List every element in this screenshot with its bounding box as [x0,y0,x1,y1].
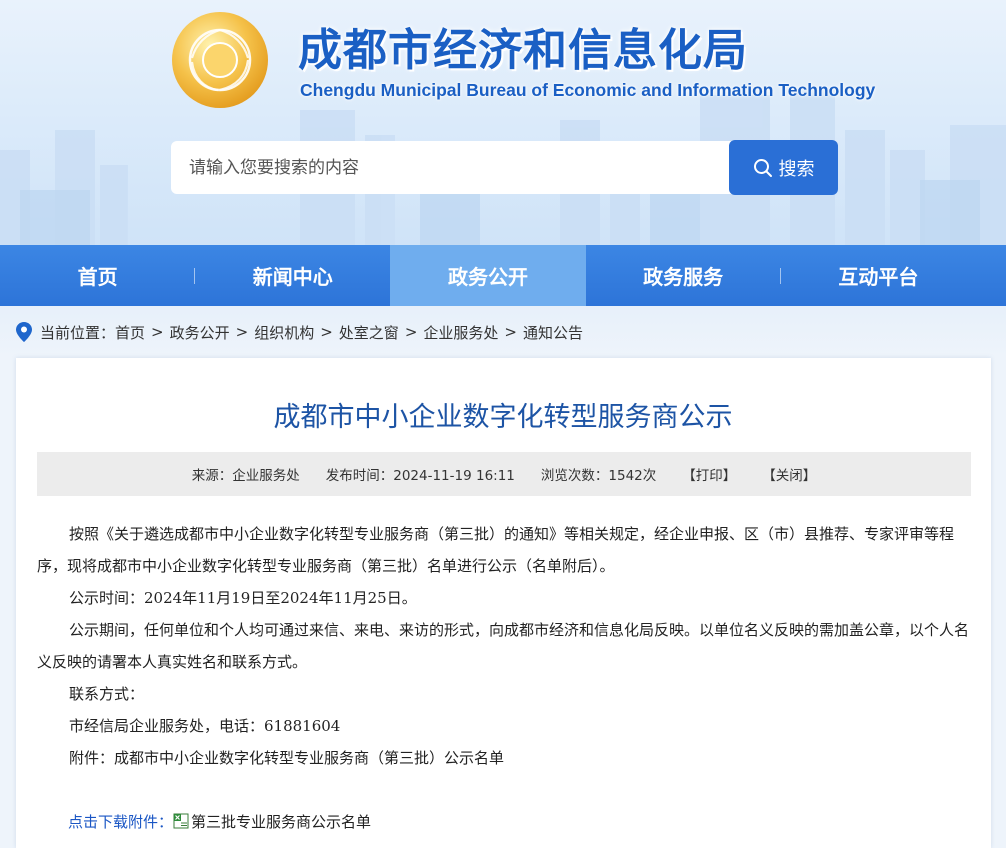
city-emblem-icon [172,12,268,108]
nav-item-home[interactable]: 首页 [0,245,196,306]
site-header: 成都市经济和信息化局 Chengdu Municipal Bureau of E… [0,0,1006,245]
article-body: 按照《关于遴选成都市中小企业数字化转型专业服务商（第三批）的通知》等相关规定，经… [37,518,977,774]
search-button[interactable]: 搜索 [729,140,838,195]
breadcrumb-separator: > [151,323,164,341]
attachment-label: 点击下载附件： [68,812,174,831]
nav-item-label: 政务公开 [447,265,528,289]
nav-item-label: 政务服务 [643,265,724,289]
article-publish-time: 发布时间：2024-11-19 16:11 [325,468,515,484]
breadcrumb-separator: > [235,323,249,341]
breadcrumb-separator: > [504,323,517,341]
breadcrumb-enterprise-service[interactable]: 企业服务处 [423,322,498,343]
location-pin-icon [16,322,32,342]
article-paragraph: 按照《关于遴选成都市中小企业数字化转型专业服务商（第三批）的通知》等相关规定，经… [37,525,955,575]
breadcrumb-home[interactable]: 首页 [115,322,145,343]
breadcrumb-separator: > [404,323,418,341]
search-icon [753,158,772,177]
site-title: 成都市经济和信息化局 [298,25,748,76]
article-meta-bar: 来源：企业服务处 发布时间：2024-11-19 16:11 浏览次数：1542… [37,452,971,496]
nav-item-news[interactable]: 新闻中心 [195,245,390,306]
search-button-label: 搜索 [778,158,815,180]
article-paragraph: 联系方式： [69,685,145,703]
nav-item-services[interactable]: 政务服务 [586,245,781,306]
article-paragraph: 公示期间，任何单位和个人均可通过来信、来电、来访的形式，向成都市经济和信息化局反… [37,621,970,671]
breadcrumb-notices[interactable]: 通知公告 [523,322,583,343]
breadcrumb: 当前位置： 首页 > 政务公开 > 组织机构 > 处室之窗 > 企业服务处 > … [16,318,583,346]
breadcrumb-organization[interactable]: 组织机构 [254,322,314,343]
article-paragraph: 市经信局企业服务处，电话：61881604 [69,717,341,735]
nav-item-label: 首页 [77,265,118,289]
search-input[interactable] [171,141,731,194]
main-nav: 首页 新闻中心 政务公开 政务服务 互动平台 [0,245,1006,306]
article-source: 来源：企业服务处 [191,468,300,484]
attachment-download-link[interactable]: 第三批专业服务商公示名单 [173,811,371,832]
article-paragraph: 公示时间：2024年11月19日至2024年11月25日。 [69,589,417,607]
nav-item-label: 互动平台 [838,265,919,289]
nav-item-government-affairs[interactable]: 政务公开 [390,245,586,306]
print-link[interactable]: 【打印】 [682,464,736,484]
breadcrumb-government-affairs[interactable]: 政务公开 [170,322,230,343]
article-title: 成都市中小企业数字化转型服务商公示 [273,402,733,433]
excel-file-icon [173,813,189,829]
nav-item-interaction[interactable]: 互动平台 [781,245,976,306]
breadcrumb-separator: > [320,323,333,341]
site-subtitle: Chengdu Municipal Bureau of Economic and… [300,80,876,100]
article-view-count: 浏览次数：1542次 [540,468,657,484]
attachment-row: 点击下载附件： 第三批专业服务商公示名单 [68,806,371,836]
article-paragraph: 附件：成都市中小企业数字化转型专业服务商（第三批）公示名单 [69,749,505,767]
breadcrumb-departments[interactable]: 处室之窗 [339,322,399,343]
search-box [171,141,731,194]
attachment-file-name: 第三批专业服务商公示名单 [191,812,372,831]
breadcrumb-prefix: 当前位置： [40,323,116,342]
nav-item-label: 新闻中心 [252,265,333,289]
close-link[interactable]: 【关闭】 [762,464,816,484]
